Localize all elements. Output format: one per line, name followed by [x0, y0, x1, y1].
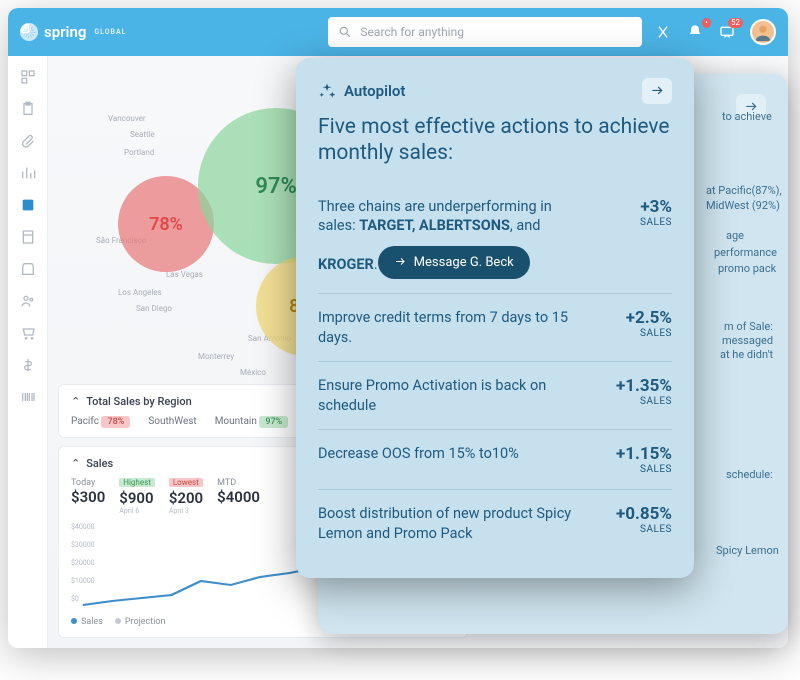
action-text: Improve credit terms from 7 days to 15 d…: [318, 308, 586, 347]
map-city-label: Los Angeles: [118, 288, 162, 297]
logo-text: spring: [44, 23, 86, 41]
back-panel-text: promo pack: [718, 262, 776, 275]
logo-icon: [20, 23, 38, 41]
action-text: Boost distribution of new product Spicy …: [318, 504, 586, 543]
action-item: Three chains are underperforming in sale…: [318, 183, 672, 294]
sidebar: [8, 56, 48, 648]
y-axis-label: $40000: [71, 523, 95, 531]
book-icon[interactable]: [19, 196, 37, 214]
map-city-label: México: [240, 368, 266, 377]
back-panel-text: at Pacific(87%),: [706, 184, 782, 197]
attach-icon[interactable]: [19, 132, 37, 150]
message-button[interactable]: Message G. Beck: [378, 246, 530, 280]
topbar-right: • 52: [654, 19, 776, 45]
back-panel-text: age: [726, 229, 744, 242]
y-axis-label: $0: [71, 595, 79, 603]
y-axis-label: $30000: [71, 541, 95, 549]
users-icon[interactable]: [19, 292, 37, 310]
y-axis-label: $20000: [71, 559, 95, 567]
sales-metric: MTD$4000: [217, 478, 260, 515]
calc-icon[interactable]: [19, 228, 37, 246]
search-box[interactable]: [328, 17, 642, 47]
map-city-label: Seattle: [130, 130, 155, 139]
dollar-icon[interactable]: [19, 356, 37, 374]
back-panel-text: MidWest (92%): [706, 199, 780, 212]
map-city-label: Vancouver: [108, 114, 146, 123]
legend-sales: Sales: [81, 617, 103, 627]
action-text: Ensure Promo Activation is back on sched…: [318, 376, 586, 415]
region-name: Mountain: [215, 416, 257, 427]
action-text: Three chains are underperforming in sale…: [318, 197, 586, 280]
barcode-icon[interactable]: [19, 388, 37, 406]
autopilot-title: Autopilot: [318, 82, 405, 100]
map-city-label: Portland: [124, 148, 154, 157]
notification-icon[interactable]: •: [686, 23, 704, 41]
back-panel-text: messaged: [722, 334, 773, 347]
region-pill: 78%: [101, 416, 130, 428]
back-panel-text: schedule:: [726, 468, 773, 481]
region-name: Pacifc: [71, 416, 99, 427]
autopilot-panel: Autopilot Five most effective actions to…: [296, 58, 694, 578]
action-item: Boost distribution of new product Spicy …: [318, 489, 672, 557]
cart-icon[interactable]: [19, 324, 37, 342]
region-name: SouthWest: [148, 416, 196, 427]
sparkle-icon: [318, 82, 336, 100]
legend-projection: Projection: [125, 617, 166, 627]
sales-metric: Lowest$200April 3: [169, 478, 203, 515]
dashboard-icon[interactable]: [19, 68, 37, 86]
search-icon: [338, 25, 352, 39]
chart-icon[interactable]: [19, 164, 37, 182]
notif-badge: •: [702, 18, 711, 28]
back-panel-text: to achieve: [722, 110, 772, 123]
region-pill: 97%: [259, 416, 288, 428]
action-item: Improve credit terms from 7 days to 15 d…: [318, 293, 672, 361]
store-icon[interactable]: [19, 260, 37, 278]
action-impact: +0.85%SALES: [600, 504, 672, 535]
logo: spring GLOBAL: [20, 23, 126, 41]
chevron-up-icon[interactable]: ⌃: [71, 457, 80, 470]
back-panel-text: at he didn't: [720, 348, 773, 361]
sales-metric: Highest$900April 6: [119, 478, 155, 515]
search-input[interactable]: [360, 25, 632, 39]
action-impact: +3%SALES: [600, 197, 672, 228]
chat-badge: 52: [728, 18, 743, 28]
chevron-up-icon[interactable]: ⌃: [71, 395, 80, 408]
back-panel-text: Spicy Lemon: [716, 544, 779, 557]
action-text: Decrease OOS from 15% to10%: [318, 444, 586, 464]
share-button[interactable]: [642, 78, 672, 104]
avatar[interactable]: [750, 19, 776, 45]
map-city-label: San Diego: [136, 304, 172, 313]
tools-icon[interactable]: [654, 23, 672, 41]
region-title: Total Sales by Region: [86, 395, 191, 408]
action-impact: +1.15%SALES: [600, 444, 672, 475]
back-panel-text: m of Sale:: [724, 320, 773, 333]
action-impact: +2.5%SALES: [600, 308, 672, 339]
action-item: Decrease OOS from 15% to10% +1.15%SALES: [318, 429, 672, 489]
topbar: spring GLOBAL • 52: [8, 8, 788, 56]
logo-sub: GLOBAL: [94, 28, 126, 36]
action-impact: +1.35%SALES: [600, 376, 672, 407]
action-item: Ensure Promo Activation is back on sched…: [318, 361, 672, 429]
sales-metric: Today$300: [71, 478, 105, 515]
sales-title: Sales: [86, 457, 113, 470]
clipboard-icon[interactable]: [19, 100, 37, 118]
back-panel-text: performance: [714, 246, 777, 259]
y-axis-label: $10000: [71, 577, 95, 585]
chat-icon[interactable]: 52: [718, 23, 736, 41]
map-city-label: Monterrey: [198, 352, 234, 361]
autopilot-headline: Five most effective actions to achieve m…: [318, 114, 672, 167]
